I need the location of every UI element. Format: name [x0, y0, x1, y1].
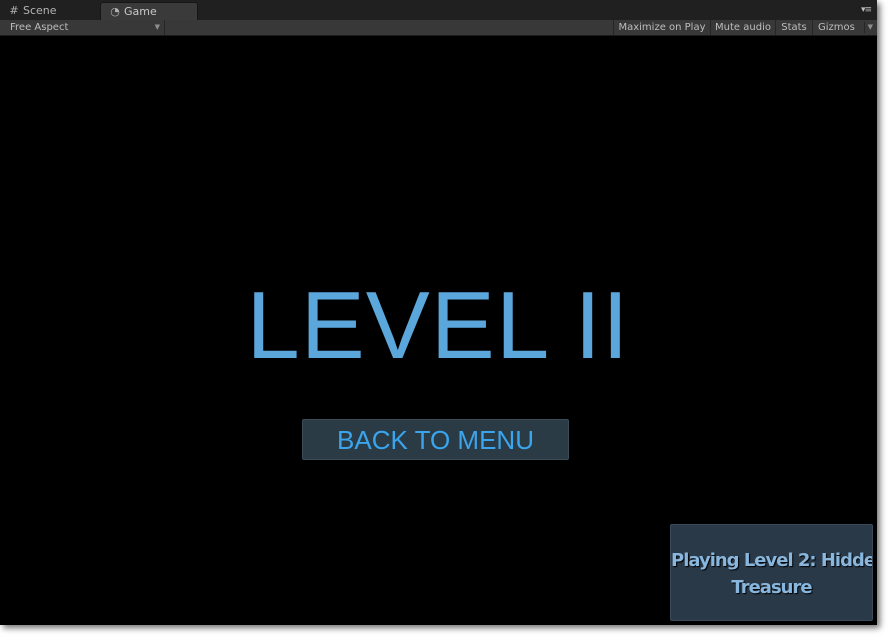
chevron-down-icon: ▼ — [867, 23, 873, 31]
divider — [864, 22, 865, 33]
pacman-icon: ◔ — [110, 5, 120, 18]
gizmos-dropdown[interactable]: Gizmos ▼ — [812, 20, 877, 35]
tab-game[interactable]: ◔ Game — [100, 2, 198, 20]
maximize-on-play-toggle[interactable]: Maximize on Play — [613, 20, 710, 35]
gizmos-label: Gizmos — [818, 22, 855, 33]
tab-options-icon[interactable]: ▾≡ — [861, 5, 872, 15]
status-line-2: Treasure — [731, 577, 812, 598]
tab-scene[interactable]: # Scene — [0, 2, 96, 20]
tab-game-label: Game — [124, 5, 157, 18]
level-title: LEVEL II — [246, 272, 630, 379]
game-window: # Scene ◔ Game ▾≡ Free Aspect ▼ Maximize o… — [0, 0, 877, 625]
tab-bar: # Scene ◔ Game ▾≡ — [0, 0, 877, 21]
aspect-dropdown-label: Free Aspect — [10, 22, 69, 33]
game-viewport: LEVEL II BACK TO MENU Playing Level 2: H… — [0, 36, 877, 625]
game-toolbar: Free Aspect ▼ Maximize on Play Mute audi… — [0, 20, 877, 36]
chevron-down-icon: ▼ — [154, 23, 160, 31]
aspect-dropdown[interactable]: Free Aspect ▼ — [0, 20, 165, 35]
status-line-1: Playing Level 2: Hidden — [671, 550, 873, 571]
mute-audio-toggle[interactable]: Mute audio — [710, 20, 775, 35]
tab-scene-label: Scene — [23, 4, 57, 17]
status-panel: Playing Level 2: Hidden Treasure — [670, 524, 873, 621]
back-to-menu-button[interactable]: BACK TO MENU — [302, 419, 569, 460]
grid-icon: # — [9, 4, 19, 17]
stats-toggle[interactable]: Stats — [775, 20, 812, 35]
